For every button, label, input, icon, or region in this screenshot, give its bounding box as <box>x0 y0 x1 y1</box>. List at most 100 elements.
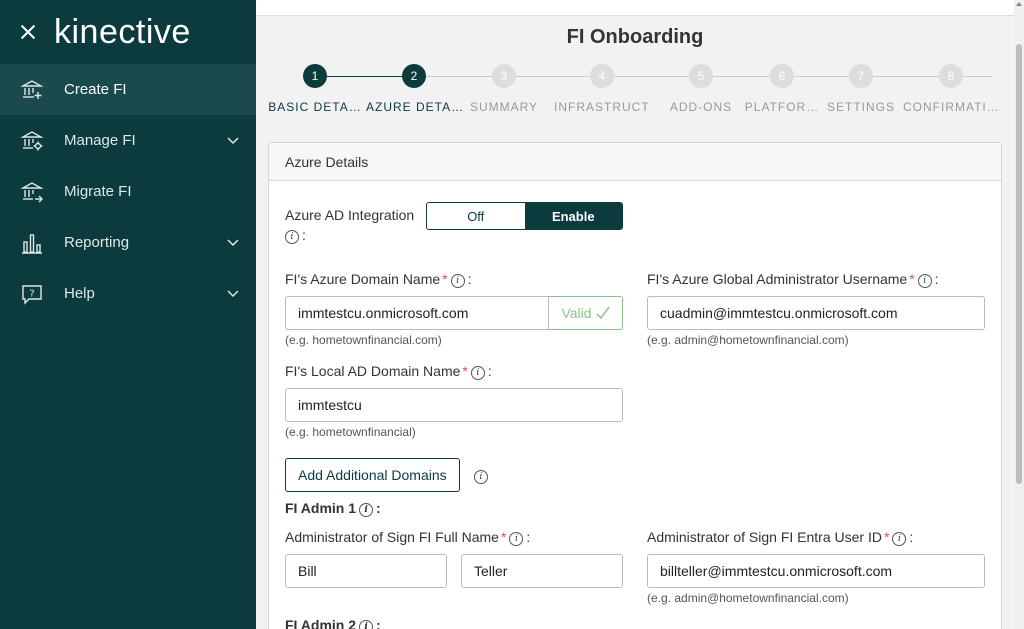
toggle-enable-option[interactable]: Enable <box>524 203 622 229</box>
ad-integration-toggle[interactable]: Off Enable <box>426 202 623 230</box>
scroll-thumb[interactable] <box>1016 44 1022 484</box>
admin-entra-input[interactable] <box>647 554 985 588</box>
ad-integration-info-row: i: <box>285 227 306 244</box>
required-marker: * <box>462 363 468 379</box>
page-title: FI Onboarding <box>566 26 704 48</box>
fi-admin-2-heading: FI Admin 2i: <box>285 617 381 629</box>
step-label: BASIC DETA… <box>268 100 362 114</box>
top-bar <box>256 0 1014 16</box>
global-admin-label: FI's Azure Global Administrator Username… <box>647 271 939 288</box>
info-icon[interactable]: i <box>450 274 465 288</box>
bank-gear-icon <box>20 129 44 153</box>
global-admin-label-text: FI's Azure Global Administrator Username <box>647 271 908 287</box>
main-content: FI Onboarding 1 BASIC DETA… 2 AZURE DETA… <box>256 0 1014 629</box>
sidebar-header: kinective <box>0 0 256 64</box>
label-colon: : <box>302 227 306 243</box>
step-label: SETTINGS <box>826 100 895 114</box>
sidebar-item-manage-fi[interactable]: Manage FI <box>0 115 256 166</box>
step-number: 1 <box>303 64 327 88</box>
admin-full-name-label: Administrator of Sign FI Full Name * i: <box>285 529 531 546</box>
step-4[interactable]: 4 INFRASTRUCT… <box>554 64 650 114</box>
admin-entra-label: Administrator of Sign FI Entra User ID * i… <box>647 529 914 546</box>
sidebar-item-label: Migrate FI <box>64 183 132 200</box>
toggle-off-option[interactable]: Off <box>427 203 525 229</box>
fi-admin-1-heading-text: FI Admin 1 <box>285 500 357 516</box>
sidebar-item-label: Reporting <box>64 234 130 251</box>
scroll-up-arrow-icon[interactable] <box>1016 2 1022 6</box>
scrollbar[interactable] <box>1014 0 1024 629</box>
global-admin-hint: (e.g. admin@hometownfinancial.com) <box>647 333 849 347</box>
ad-integration-label: Azure AD Integration <box>285 207 414 223</box>
local-ad-hint: (e.g. hometownfinancial) <box>285 425 416 439</box>
sidebar-item-migrate-fi[interactable]: Migrate FI <box>0 166 256 217</box>
step-8[interactable]: 8 CONFIRMATI… <box>903 64 999 114</box>
azure-domain-label-text: FI's Azure Domain Name <box>285 271 441 287</box>
info-icon[interactable]: i <box>285 230 299 244</box>
step-7[interactable]: 7 SETTINGS <box>813 64 909 114</box>
admin-full-name-label-text: Administrator of Sign FI Full Name <box>285 529 499 545</box>
add-additional-domains-button[interactable]: Add Additional Domains <box>285 458 460 492</box>
step-number: 4 <box>590 64 614 88</box>
svg-text:?: ? <box>29 288 34 299</box>
azure-domain-label: FI's Azure Domain Name * i: <box>285 271 472 288</box>
stepper: 1 BASIC DETA… 2 AZURE DETA… 3 SUMMARY 4 … <box>268 64 1008 124</box>
bank-arrow-icon <box>20 180 44 204</box>
close-icon[interactable] <box>18 22 38 42</box>
info-icon[interactable]: i <box>359 503 374 517</box>
chevron-down-icon <box>226 134 240 148</box>
info-icon[interactable]: i <box>474 470 488 484</box>
add-domains-info: i <box>471 467 488 485</box>
local-ad-label-text: FI's Local AD Domain Name <box>285 363 461 379</box>
required-marker: * <box>500 529 507 545</box>
required-marker: * <box>883 529 890 545</box>
step-number: 3 <box>492 64 516 88</box>
bank-plus-icon <box>20 78 44 102</box>
step-3[interactable]: 3 SUMMARY <box>456 64 552 114</box>
step-label: SUMMARY <box>469 100 539 114</box>
info-icon[interactable]: i <box>509 532 524 546</box>
step-label: AZURE DETA… <box>366 100 462 114</box>
sidebar: kinective Create FI Manage FI Migrate FI… <box>0 0 256 629</box>
card-title: Azure Details <box>269 143 1001 181</box>
step-label: CONFIRMATI… <box>903 100 999 114</box>
help-bubble-icon: ? <box>20 282 44 306</box>
admin-first-name-input[interactable] <box>285 554 447 588</box>
chevron-down-icon <box>226 287 240 301</box>
step-1[interactable]: 1 BASIC DETA… <box>267 64 363 114</box>
local-ad-input[interactable] <box>285 388 623 422</box>
valid-text: Valid <box>561 305 592 321</box>
sidebar-item-create-fi[interactable]: Create FI <box>0 64 256 115</box>
bar-chart-icon <box>20 231 44 255</box>
admin-entra-label-text: Administrator of Sign FI Entra User ID <box>647 529 882 545</box>
step-number: 8 <box>939 64 963 88</box>
fi-admin-1-heading: FI Admin 1i: <box>285 500 381 517</box>
local-ad-label: FI's Local AD Domain Name * i: <box>285 363 492 380</box>
info-icon[interactable]: i <box>359 620 374 629</box>
sidebar-item-label: Manage FI <box>64 132 136 149</box>
valid-indicator: Valid <box>548 296 623 330</box>
step-number: 6 <box>770 64 794 88</box>
check-icon <box>596 306 610 320</box>
sidebar-item-reporting[interactable]: Reporting <box>0 217 256 268</box>
sidebar-item-help[interactable]: ? Help <box>0 268 256 319</box>
chevron-down-icon <box>226 236 240 250</box>
step-number: 7 <box>849 64 873 88</box>
info-icon[interactable]: i <box>470 366 485 380</box>
step-number: 5 <box>689 64 713 88</box>
sidebar-item-label: Create FI <box>64 81 127 98</box>
azure-details-card: Azure Details Azure AD Integration i: Of… <box>268 142 1002 629</box>
fi-admin-2-heading-text: FI Admin 2 <box>285 617 357 629</box>
global-admin-input[interactable] <box>647 296 985 330</box>
step-label: INFRASTRUCT… <box>554 100 650 114</box>
logo: kinective <box>54 12 191 51</box>
azure-domain-hint: (e.g. hometownfinancial.com) <box>285 333 442 347</box>
step-number: 2 <box>402 64 426 88</box>
info-icon[interactable]: i <box>892 532 907 546</box>
sidebar-item-label: Help <box>64 285 95 302</box>
required-marker: * <box>442 271 448 287</box>
info-icon[interactable]: i <box>917 274 932 288</box>
admin-last-name-input[interactable] <box>461 554 623 588</box>
step-2[interactable]: 2 AZURE DETA… <box>366 64 462 114</box>
required-marker: * <box>909 271 915 287</box>
azure-domain-input[interactable] <box>285 296 549 330</box>
